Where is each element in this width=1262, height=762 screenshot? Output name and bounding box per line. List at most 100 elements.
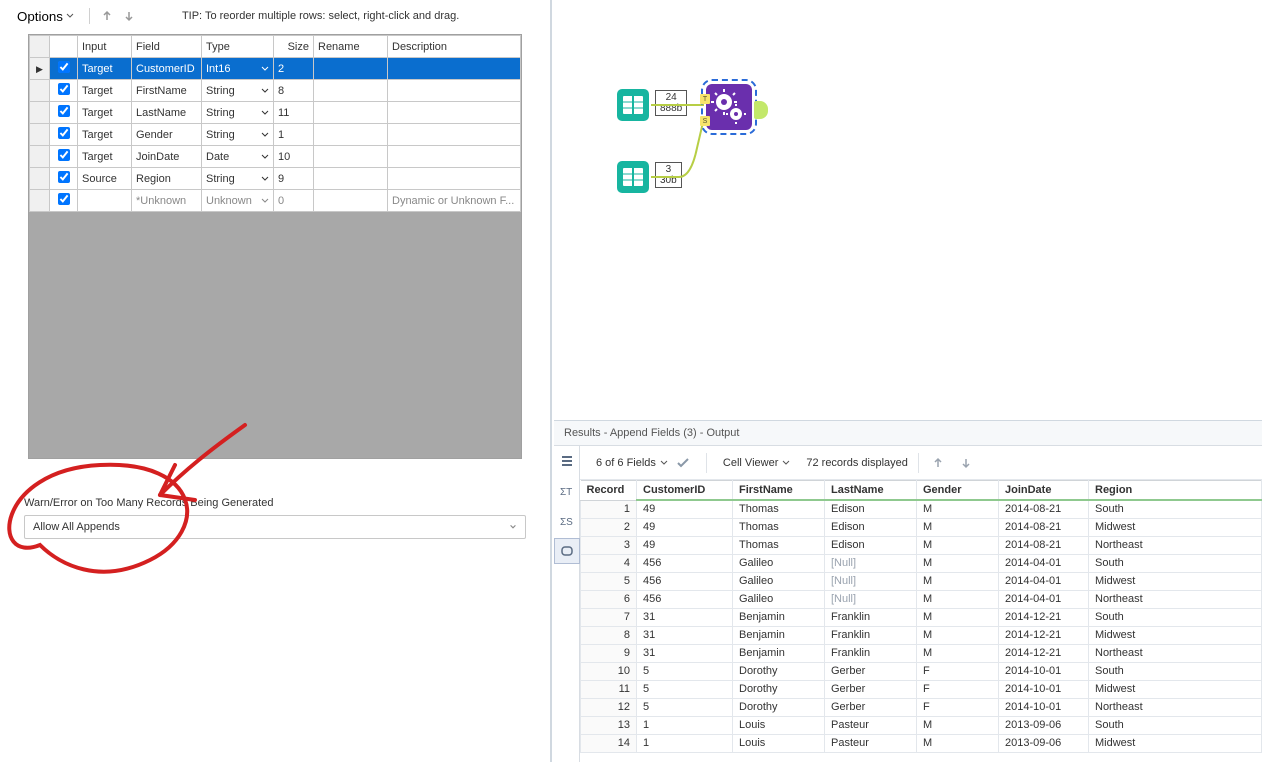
config-grid[interactable]: Input Field Type Size Rename Description… — [28, 34, 522, 459]
cell-joindate[interactable]: 2014-04-01 — [999, 590, 1089, 608]
cell-type[interactable]: Int16 — [202, 58, 274, 80]
cell-region[interactable]: Midwest — [1089, 572, 1262, 590]
cell-rename[interactable] — [314, 124, 388, 146]
results-row[interactable]: 125DorothyGerberF2014-10-01Northeast — [581, 698, 1262, 716]
cell-joindate[interactable]: 2014-10-01 — [999, 680, 1089, 698]
cell-customerid[interactable]: 31 — [637, 644, 733, 662]
results-tab-source[interactable]: ΣS — [554, 508, 580, 534]
row-header[interactable] — [30, 168, 50, 190]
cell-region[interactable]: South — [1089, 500, 1262, 518]
results-row[interactable]: 105DorothyGerberF2014-10-01South — [581, 662, 1262, 680]
cell-gender[interactable]: M — [917, 500, 999, 518]
cell-region[interactable]: Midwest — [1089, 734, 1262, 752]
cell-gender[interactable]: F — [917, 680, 999, 698]
cell-record[interactable]: 11 — [581, 680, 637, 698]
cell-field[interactable]: CustomerID — [132, 58, 202, 80]
cell-firstname[interactable]: Galileo — [733, 572, 825, 590]
cell-record[interactable]: 2 — [581, 518, 637, 536]
check-all-header[interactable] — [50, 36, 78, 58]
row-header[interactable] — [30, 146, 50, 168]
cell-rename[interactable] — [314, 80, 388, 102]
cell-viewer-dropdown[interactable]: Cell Viewer — [717, 454, 796, 472]
cell-record[interactable]: 10 — [581, 662, 637, 680]
cell-joindate[interactable]: 2013-09-06 — [999, 734, 1089, 752]
cell-lastname[interactable]: Franklin — [825, 608, 917, 626]
cell-gender[interactable]: F — [917, 698, 999, 716]
cell-joindate[interactable]: 2014-08-21 — [999, 536, 1089, 554]
cell-gender[interactable]: M — [917, 590, 999, 608]
row-checkbox[interactable] — [58, 193, 70, 205]
cell-record[interactable]: 13 — [581, 716, 637, 734]
cell-type[interactable]: Date — [202, 146, 274, 168]
cell-region[interactable]: Northeast — [1089, 590, 1262, 608]
cell-field[interactable]: FirstName — [132, 80, 202, 102]
cell-joindate[interactable]: 2014-12-21 — [999, 608, 1089, 626]
row-header[interactable] — [30, 80, 50, 102]
results-row[interactable]: 4456Galileo[Null]M2014-04-01South — [581, 554, 1262, 572]
cell-record[interactable]: 3 — [581, 536, 637, 554]
cell-record[interactable]: 4 — [581, 554, 637, 572]
cell-record[interactable]: 6 — [581, 590, 637, 608]
cell-lastname[interactable]: [Null] — [825, 572, 917, 590]
results-tab-target[interactable]: ΣT — [554, 478, 580, 504]
row-checkbox[interactable] — [58, 127, 70, 139]
results-row[interactable]: 5456Galileo[Null]M2014-04-01Midwest — [581, 572, 1262, 590]
cell-size[interactable]: 11 — [274, 102, 314, 124]
cell-description[interactable]: Dynamic or Unknown F... — [388, 190, 521, 212]
cell-description[interactable] — [388, 168, 521, 190]
cell-size[interactable]: 8 — [274, 80, 314, 102]
cell-description[interactable] — [388, 80, 521, 102]
cell-field[interactable]: Gender — [132, 124, 202, 146]
cell-rename[interactable] — [314, 58, 388, 80]
cell-firstname[interactable]: Benjamin — [733, 608, 825, 626]
config-row[interactable]: ▶TargetCustomerIDInt162 — [30, 58, 521, 80]
row-checkbox[interactable] — [58, 149, 70, 161]
cell-rename[interactable] — [314, 168, 388, 190]
cell-record[interactable]: 8 — [581, 626, 637, 644]
cell-type[interactable]: Unknown — [202, 190, 274, 212]
cell-joindate[interactable]: 2014-04-01 — [999, 572, 1089, 590]
col-gender[interactable]: Gender — [917, 481, 999, 501]
cell-gender[interactable]: M — [917, 554, 999, 572]
cell-region[interactable]: South — [1089, 662, 1262, 680]
cell-gender[interactable]: M — [917, 734, 999, 752]
cell-firstname[interactable]: Thomas — [733, 518, 825, 536]
move-down-button[interactable] — [120, 7, 138, 25]
cell-joindate[interactable]: 2014-08-21 — [999, 500, 1089, 518]
input-tool-1[interactable] — [616, 88, 650, 125]
cell-customerid[interactable]: 5 — [637, 680, 733, 698]
cell-firstname[interactable]: Thomas — [733, 500, 825, 518]
cell-size[interactable]: 2 — [274, 58, 314, 80]
cell-customerid[interactable]: 49 — [637, 518, 733, 536]
options-button[interactable]: Options — [10, 5, 81, 28]
cell-firstname[interactable]: Benjamin — [733, 626, 825, 644]
corner-cell[interactable] — [30, 36, 50, 58]
cell-gender[interactable]: M — [917, 572, 999, 590]
row-checkbox-cell[interactable] — [50, 58, 78, 80]
cell-input[interactable]: Target — [78, 80, 132, 102]
cell-customerid[interactable]: 456 — [637, 554, 733, 572]
cell-region[interactable]: Northeast — [1089, 644, 1262, 662]
cell-gender[interactable]: F — [917, 662, 999, 680]
row-header[interactable] — [30, 102, 50, 124]
cell-firstname[interactable]: Louis — [733, 734, 825, 752]
cell-customerid[interactable]: 456 — [637, 590, 733, 608]
cell-joindate[interactable]: 2014-04-01 — [999, 554, 1089, 572]
cell-lastname[interactable]: Gerber — [825, 680, 917, 698]
cell-record[interactable]: 14 — [581, 734, 637, 752]
results-tab-output[interactable] — [554, 538, 580, 564]
col-rename[interactable]: Rename — [314, 36, 388, 58]
row-checkbox[interactable] — [58, 105, 70, 117]
cell-type[interactable]: String — [202, 80, 274, 102]
row-checkbox-cell[interactable] — [50, 168, 78, 190]
results-row[interactable]: 731BenjaminFranklinM2014-12-21South — [581, 608, 1262, 626]
cell-description[interactable] — [388, 124, 521, 146]
col-lastname[interactable]: LastName — [825, 481, 917, 501]
cell-record[interactable]: 7 — [581, 608, 637, 626]
cell-field[interactable]: *Unknown — [132, 190, 202, 212]
cell-description[interactable] — [388, 146, 521, 168]
cell-firstname[interactable]: Dorothy — [733, 662, 825, 680]
cell-customerid[interactable]: 49 — [637, 536, 733, 554]
config-row[interactable]: TargetGenderString1 — [30, 124, 521, 146]
results-row[interactable]: 931BenjaminFranklinM2014-12-21Northeast — [581, 644, 1262, 662]
